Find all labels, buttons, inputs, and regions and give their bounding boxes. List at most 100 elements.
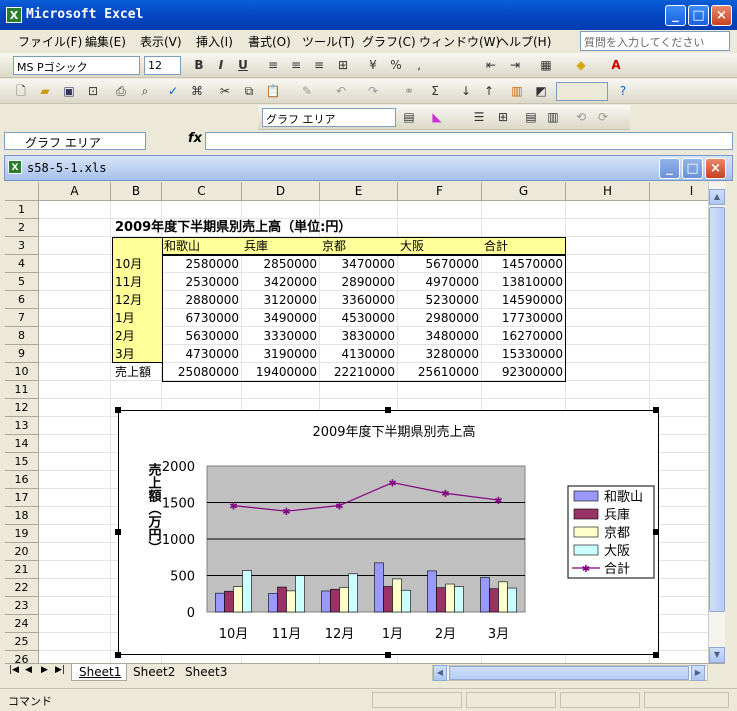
resize-handle[interactable] — [653, 529, 659, 535]
sort-asc-icon[interactable]: ↓ — [455, 81, 477, 101]
row-label-cell[interactable]: 3月 — [113, 345, 162, 363]
menu-window[interactable]: ウィンドウ(W) — [419, 33, 500, 50]
row-header[interactable]: 11 — [5, 381, 39, 399]
redo-icon[interactable]: ↷ — [362, 81, 384, 101]
increase-indent-icon[interactable]: ⇥ — [504, 55, 526, 75]
next-sheet-icon[interactable]: ▶ — [41, 665, 48, 675]
column-header[interactable]: B — [111, 182, 162, 201]
menu-edit[interactable]: 編集(E) — [85, 33, 126, 50]
row-label-cell[interactable]: 11月 — [113, 273, 162, 291]
row-header[interactable]: 4 — [5, 255, 39, 273]
workbook-restore-button[interactable]: □ — [682, 158, 703, 179]
data-table-icon[interactable]: ⊞ — [492, 107, 514, 127]
undo-icon[interactable]: ↶ — [330, 81, 352, 101]
minimize-button[interactable]: _ — [665, 5, 686, 26]
bold-icon[interactable]: B — [188, 55, 210, 75]
chart-object-select[interactable]: グラフ エリア — [262, 108, 396, 127]
row-header[interactable]: 21 — [5, 561, 39, 579]
by-row-icon[interactable]: ▤ — [520, 107, 542, 127]
row-header[interactable]: 1 — [5, 201, 39, 219]
underline-icon[interactable]: U — [232, 55, 254, 75]
font-select[interactable]: MS Pゴシック — [13, 56, 140, 75]
tab-sheet2[interactable]: Sheet2 — [133, 665, 175, 679]
select-all-corner[interactable] — [5, 182, 39, 201]
column-header[interactable]: I — [650, 182, 708, 201]
resize-handle[interactable] — [115, 529, 121, 535]
resize-handle[interactable] — [653, 652, 659, 658]
copy-icon[interactable]: ⧉ — [238, 81, 260, 101]
row-header[interactable]: 2 — [5, 219, 39, 237]
row-label-cell[interactable]: 1月 — [113, 309, 162, 327]
scroll-thumb[interactable] — [709, 207, 725, 612]
chart-wizard-icon[interactable]: ▥ — [506, 81, 528, 101]
sheet-title-cell[interactable]: 2009年度下半期県別売上高（単位:円） — [113, 219, 353, 237]
row-header[interactable]: 8 — [5, 327, 39, 345]
column-header[interactable]: D — [242, 182, 320, 201]
by-column-icon[interactable]: ▥ — [542, 107, 564, 127]
font-color-icon[interactable]: A — [605, 55, 627, 75]
align-center-icon[interactable]: ≡ — [285, 55, 307, 75]
last-sheet-icon[interactable]: ▶| — [55, 665, 65, 675]
new-icon[interactable]: 🗋 — [10, 81, 32, 101]
chart-type-icon[interactable]: ◣ — [426, 107, 448, 127]
row-label-cell[interactable]: 10月 — [113, 255, 162, 273]
row-header[interactable]: 23 — [5, 597, 39, 615]
align-left-icon[interactable]: ≡ — [262, 55, 284, 75]
hyperlink-icon[interactable]: ⚭ — [398, 81, 420, 101]
column-header[interactable]: G — [482, 182, 566, 201]
row-header[interactable]: 6 — [5, 291, 39, 309]
horizontal-scrollbar[interactable]: ◀ ▶ — [432, 665, 708, 681]
column-header[interactable]: A — [39, 182, 111, 201]
row-header[interactable]: 13 — [5, 417, 39, 435]
help-icon[interactable]: ? — [612, 81, 634, 101]
formula-input[interactable] — [205, 132, 733, 150]
row-header[interactable]: 9 — [5, 345, 39, 363]
embedded-chart[interactable]: 0 500 1000 1500 2000 2009年度下半期県別売上高 売上額（万円） 10月… — [118, 410, 659, 655]
drawing-icon[interactable]: ◩ — [530, 81, 552, 101]
row-label-cell[interactable]: 12月 — [113, 291, 162, 309]
font-size-select[interactable]: 12 — [144, 56, 181, 75]
h-scroll-thumb[interactable] — [449, 666, 689, 680]
row-header[interactable]: 15 — [5, 453, 39, 471]
row-header[interactable]: 17 — [5, 489, 39, 507]
row-header[interactable]: 25 — [5, 633, 39, 651]
header-cell[interactable]: 和歌山 — [162, 237, 242, 255]
menu-insert[interactable]: 挿入(I) — [196, 33, 233, 50]
italic-icon[interactable]: I — [210, 55, 232, 75]
row-header[interactable]: 7 — [5, 309, 39, 327]
row-header[interactable]: 12 — [5, 399, 39, 417]
menu-chart[interactable]: グラフ(C) — [362, 33, 416, 50]
resize-handle[interactable] — [115, 652, 121, 658]
row-header[interactable]: 14 — [5, 435, 39, 453]
fill-color-icon[interactable]: ◆ — [570, 55, 592, 75]
print-icon[interactable]: ⎙ — [110, 81, 132, 101]
permission-icon[interactable]: ⊡ — [82, 81, 104, 101]
fx-icon[interactable]: fx — [188, 131, 202, 146]
name-box[interactable]: グラフ エリア — [4, 132, 146, 150]
borders-icon[interactable]: ▦ — [535, 55, 557, 75]
workbook-minimize-button[interactable]: _ — [659, 158, 680, 179]
research-icon[interactable]: ⌘ — [186, 81, 208, 101]
column-header[interactable]: H — [566, 182, 650, 201]
tab-sheet1[interactable]: Sheet1 — [79, 665, 121, 679]
menu-file[interactable]: ファイル(F) — [18, 33, 82, 50]
scroll-up-icon[interactable]: ▲ — [709, 189, 725, 205]
first-sheet-icon[interactable]: |◀ — [9, 665, 19, 675]
scroll-down-icon[interactable]: ▼ — [709, 647, 725, 663]
help-search-input[interactable]: 質問を入力してください — [580, 31, 730, 51]
row-header[interactable]: 16 — [5, 471, 39, 489]
autosum-icon[interactable]: Σ — [424, 81, 446, 101]
scroll-left-icon[interactable]: ◀ — [433, 665, 447, 681]
total-label-cell[interactable]: 売上額 — [113, 363, 162, 381]
worksheet-grid[interactable]: A B C D E F G H I 1 2 3 4 5 6 7 8 9 10 11 12 13 14 15 1… — [5, 182, 708, 663]
header-cell[interactable]: 大阪 — [398, 237, 482, 255]
format-chart-area-icon[interactable]: ▤ — [398, 107, 420, 127]
row-header[interactable]: 20 — [5, 543, 39, 561]
resize-handle[interactable] — [385, 652, 391, 658]
save-icon[interactable]: ▣ — [58, 81, 80, 101]
resize-handle[interactable] — [653, 407, 659, 413]
tab-sheet3[interactable]: Sheet3 — [185, 665, 227, 679]
maximize-button[interactable]: □ — [688, 5, 709, 26]
menu-format[interactable]: 書式(O) — [248, 33, 291, 50]
sort-desc-icon[interactable]: ↑ — [478, 81, 500, 101]
